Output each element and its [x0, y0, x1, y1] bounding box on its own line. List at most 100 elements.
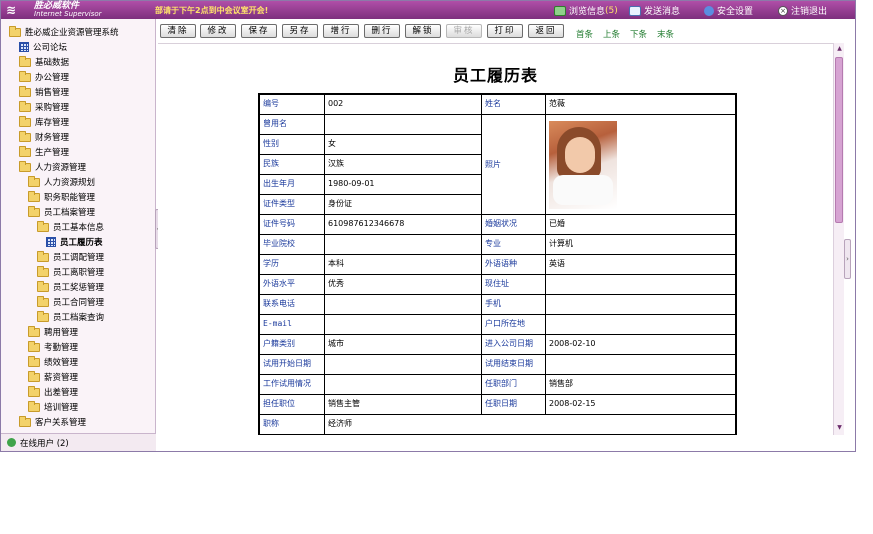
- tree-item-production[interactable]: 生产管理: [19, 145, 69, 159]
- tree-item-sales[interactable]: 销售管理: [19, 85, 69, 99]
- label-mobile: 手机: [482, 295, 546, 315]
- value-dept[interactable]: 销售部: [546, 375, 735, 395]
- add-row-button[interactable]: 增行: [323, 24, 359, 38]
- folder-icon: [28, 385, 40, 397]
- save-button[interactable]: 保存: [241, 24, 277, 38]
- tree-item-basic-data[interactable]: 基础数据: [19, 55, 69, 69]
- value-language[interactable]: 英语: [546, 255, 735, 275]
- tree-item-forum[interactable]: 公司论坛: [19, 40, 67, 54]
- delete-row-button[interactable]: 删行: [364, 24, 400, 38]
- scroll-up-icon[interactable]: ▲: [835, 45, 844, 53]
- folder-icon: [28, 190, 40, 202]
- label-trial-start: 试用开始日期: [260, 355, 325, 375]
- edit-button[interactable]: 修改: [200, 24, 236, 38]
- value-post-date[interactable]: 2008-02-15: [546, 395, 735, 415]
- unlock-button[interactable]: 解锁: [405, 24, 441, 38]
- tree-item-hr-planning[interactable]: 人力资源规划: [28, 175, 95, 189]
- tree-item-finance[interactable]: 财务管理: [19, 130, 69, 144]
- value-id[interactable]: 002: [325, 95, 482, 115]
- value-mobile[interactable]: [546, 295, 735, 315]
- online-users[interactable]: 在线用户 (2): [1, 433, 156, 451]
- value-cert-no[interactable]: 610987612346678: [325, 215, 482, 235]
- browse-info-label: 浏览信息: [569, 7, 606, 17]
- last-record-link[interactable]: 末条: [657, 28, 674, 40]
- tree-item-salary[interactable]: 薪资管理: [28, 370, 78, 384]
- value-hukou-type[interactable]: 城市: [325, 335, 482, 355]
- value-email[interactable]: [325, 315, 482, 335]
- tree-item-employee-resume[interactable]: 员工履历表: [46, 235, 103, 249]
- tree-item-hiring[interactable]: 聘用管理: [28, 325, 78, 339]
- next-record-link[interactable]: 下条: [630, 28, 647, 40]
- value-hukou-place[interactable]: [546, 315, 735, 335]
- prev-record-link[interactable]: 上条: [603, 28, 620, 40]
- value-address[interactable]: [546, 275, 735, 295]
- browse-info-link[interactable]: 浏览信息 (5): [554, 4, 618, 17]
- tree-item-performance[interactable]: 绩效管理: [28, 355, 78, 369]
- value-title[interactable]: 经济师: [325, 415, 735, 435]
- print-button[interactable]: 打印: [487, 24, 523, 38]
- label-address: 现住址: [482, 275, 546, 295]
- send-message-label: 发送消息: [644, 7, 681, 17]
- logout-link[interactable]: × 注销退出: [778, 4, 827, 17]
- value-phone[interactable]: [325, 295, 482, 315]
- send-message-link[interactable]: 发送消息: [629, 4, 680, 17]
- folder-icon: [28, 370, 40, 382]
- value-major[interactable]: 计算机: [546, 235, 735, 255]
- tree-item-hr[interactable]: 人力资源管理: [19, 160, 86, 174]
- tree-item-employee-basic[interactable]: 员工基本信息: [37, 220, 104, 234]
- value-name[interactable]: 范薇: [546, 95, 735, 115]
- value-birth[interactable]: 1980-09-01: [325, 175, 482, 195]
- value-lang-level[interactable]: 优秀: [325, 275, 482, 295]
- sidebar-tree: 胜必威企业资源管理系统 公司论坛 基础数据 办公管理 销售管理 采购管理 库存管…: [1, 19, 156, 433]
- security-settings-link[interactable]: 安全设置: [704, 4, 753, 17]
- folder-icon: [19, 415, 31, 427]
- employee-photo: [549, 121, 617, 209]
- tree-item-office[interactable]: 办公管理: [19, 70, 69, 84]
- value-gender[interactable]: 女: [325, 135, 482, 155]
- tree-item-employee-transfer[interactable]: 员工调配管理: [37, 250, 104, 264]
- value-join-date[interactable]: 2008-02-10: [546, 335, 735, 355]
- back-button[interactable]: 返回: [528, 24, 564, 38]
- value-school[interactable]: [325, 235, 482, 255]
- tree-item-attendance[interactable]: 考勤管理: [28, 340, 78, 354]
- value-marital[interactable]: 已婚: [546, 215, 735, 235]
- folder-icon: [9, 25, 21, 37]
- tree-item-purchase[interactable]: 采购管理: [19, 100, 69, 114]
- content-area: 员工履历表 编号 002 姓名 范薇 曾用名 照片 性别 女 民族 汉族 出生年…: [158, 43, 833, 435]
- value-former-name[interactable]: [325, 115, 482, 135]
- value-ethnic[interactable]: 汉族: [325, 155, 482, 175]
- tree-item-training[interactable]: 培训管理: [28, 400, 78, 414]
- value-trial-status[interactable]: [325, 375, 482, 395]
- tree-item-employee-contracts[interactable]: 员工合同管理: [37, 295, 104, 309]
- tree-item-crm[interactable]: 客户关系管理: [19, 415, 86, 429]
- tree-item-label: 采购管理: [35, 103, 70, 113]
- clear-button[interactable]: 清除: [160, 24, 196, 38]
- save-as-button[interactable]: 另存: [282, 24, 318, 38]
- value-cert-type[interactable]: 身份证: [325, 195, 482, 215]
- first-record-link[interactable]: 首条: [576, 28, 593, 40]
- value-position[interactable]: 销售主管: [325, 395, 482, 415]
- content-scrollbar[interactable]: ▲ ▼: [833, 43, 844, 435]
- review-button[interactable]: 审核: [446, 24, 482, 38]
- tree-item-inventory[interactable]: 库存管理: [19, 115, 69, 129]
- value-trial-start[interactable]: [325, 355, 482, 375]
- right-panel-handle[interactable]: ›: [844, 239, 851, 279]
- tree-item-label: 考勤管理: [44, 343, 79, 353]
- tree-item-root[interactable]: 胜必威企业资源管理系统: [9, 25, 119, 39]
- tree-item-label: 客户关系管理: [35, 418, 87, 428]
- value-trial-end[interactable]: [546, 355, 735, 375]
- scroll-down-icon[interactable]: ▼: [835, 424, 844, 432]
- grid-icon: [46, 237, 56, 247]
- tree-item-label: 基础数据: [35, 58, 70, 68]
- tree-item-employee-archive[interactable]: 员工档案管理: [28, 205, 95, 219]
- tree-item-archive-query[interactable]: 员工档案查询: [37, 310, 104, 324]
- browse-info-count: (5): [605, 5, 618, 16]
- tree-item-employee-resignation[interactable]: 员工离职管理: [37, 265, 104, 279]
- value-education[interactable]: 本科: [325, 255, 482, 275]
- tree-item-employee-rewards[interactable]: 员工奖惩管理: [37, 280, 104, 294]
- folder-icon: [19, 70, 31, 82]
- logo-subtitle: Internet Supervisor: [34, 10, 102, 18]
- tree-item-business-trip[interactable]: 出差管理: [28, 385, 78, 399]
- scroll-thumb[interactable]: [835, 57, 843, 223]
- tree-item-job-functions[interactable]: 职务职能管理: [28, 190, 95, 204]
